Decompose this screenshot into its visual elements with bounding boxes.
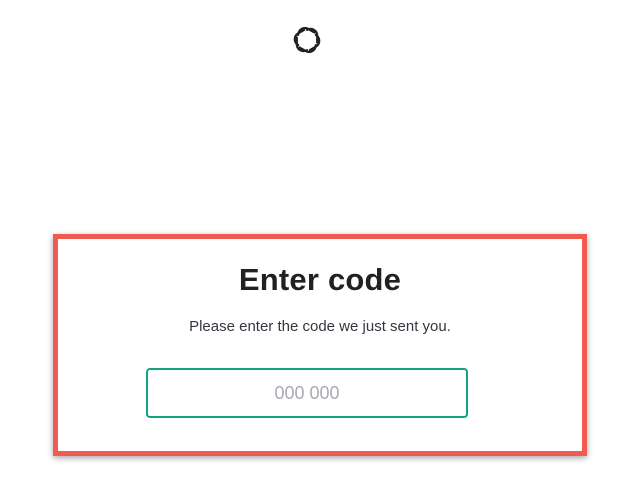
page-title: Enter code [238, 262, 402, 297]
code-input[interactable] [146, 368, 468, 418]
code-entry-panel: Enter code Please enter the code we just… [53, 234, 587, 456]
instruction-text: Please enter the code we just sent you. [189, 318, 451, 335]
openai-logo-icon [290, 23, 324, 57]
